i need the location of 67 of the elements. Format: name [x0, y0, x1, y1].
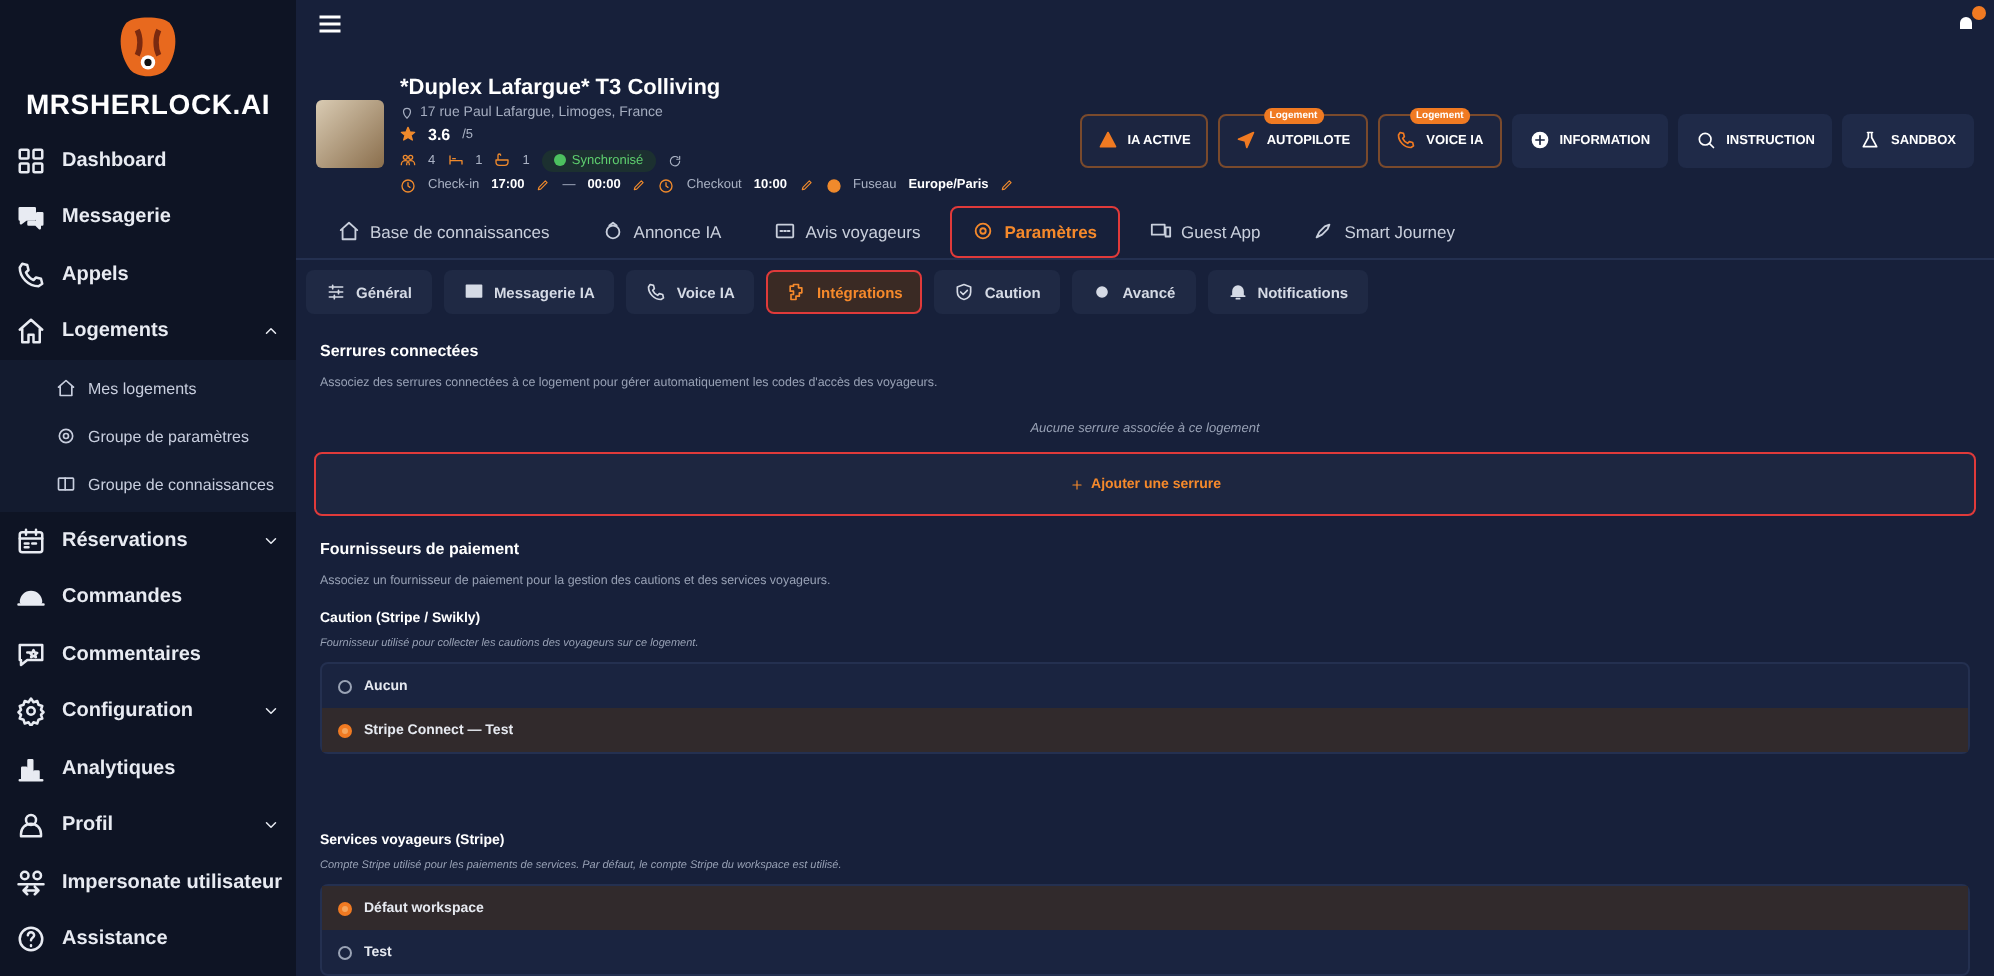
brand-name: MRSHERLOCK.AI — [25, 88, 271, 120]
tab[interactable]: Annonce IA — [579, 205, 744, 258]
property-photo — [316, 100, 384, 169]
phone-icon — [16, 259, 46, 290]
sidebar-item[interactable]: Analytiques — [0, 740, 296, 797]
refresh-icon — [667, 153, 682, 168]
bar-chart-icon — [16, 753, 46, 784]
phone-icon — [646, 282, 667, 302]
house-icon — [16, 316, 46, 347]
sidebar-subitem[interactable]: Groupe de paramètres — [0, 412, 296, 460]
flask-icon — [1860, 130, 1881, 151]
sidebar-item[interactable]: Configuration — [0, 683, 296, 740]
section-title: Fournisseurs de paiement — [320, 540, 522, 558]
bath-icon — [494, 152, 511, 169]
sidebar-subitem[interactable]: Mes logements — [0, 364, 296, 412]
sidebar-item[interactable]: Appels — [0, 246, 296, 303]
tab[interactable]: Avis voyageurs — [751, 205, 943, 258]
calendar-icon — [16, 525, 46, 556]
book-icon — [56, 474, 76, 494]
sidebar-item[interactable]: Dashboard — [0, 132, 296, 189]
pencil-icon — [799, 178, 813, 193]
plus-circle-icon — [1529, 130, 1550, 151]
send-icon — [1236, 130, 1257, 151]
person-icon — [16, 810, 46, 841]
people-icon — [400, 152, 416, 169]
phone-icon — [1396, 130, 1417, 151]
sidebar-item[interactable]: Messagerie — [0, 189, 296, 246]
people-swap-icon — [16, 867, 46, 898]
clock-icon — [658, 177, 675, 194]
house-icon — [338, 220, 360, 243]
sidebar-item[interactable]: Impersonate utilisateur — [0, 854, 296, 911]
star-icon — [400, 126, 416, 143]
sidebar-item[interactable]: Assistance — [0, 911, 296, 968]
pencil-icon — [1000, 178, 1015, 193]
sidebar-item[interactable]: Commentaires — [0, 626, 296, 683]
sidebar-item[interactable]: Logements — [0, 303, 296, 360]
sidebar-item[interactable]: Réservations — [0, 512, 296, 569]
sidebar-subitem[interactable]: Groupe de connaissances — [0, 460, 296, 508]
review-icon — [773, 220, 796, 243]
comment-star-icon — [16, 639, 46, 670]
sidebar-item[interactable]: Profil — [0, 797, 296, 854]
rating-value: 3.6 — [428, 125, 451, 144]
puzzle-icon — [786, 282, 807, 302]
clock-icon — [400, 177, 416, 194]
shield-check-icon — [954, 282, 975, 302]
grid-icon — [16, 145, 46, 176]
house-icon — [56, 378, 76, 398]
tab[interactable]: Smart Journey — [1290, 205, 1478, 258]
pin-icon — [400, 105, 414, 120]
sliders-icon — [326, 282, 346, 302]
pencil-icon — [536, 178, 551, 193]
property-title: *Duplex Lafargue* T3 Colliving — [400, 75, 723, 100]
chat-bubbles-icon — [16, 202, 46, 233]
pencil-icon — [632, 178, 647, 193]
plus-icon — [1069, 477, 1084, 491]
help-icon — [16, 924, 46, 955]
status-dot-icon — [553, 154, 566, 167]
bell-icon — [1227, 282, 1248, 302]
devices-icon — [1149, 220, 1172, 243]
tab[interactable]: Paramètres — [950, 205, 1120, 258]
bed-icon — [447, 152, 464, 169]
section-title: Serrures connectées — [320, 342, 481, 360]
tab[interactable]: Guest App — [1127, 205, 1283, 258]
tab[interactable]: Base de connaissances — [316, 205, 572, 258]
search-icon — [1696, 130, 1717, 151]
warning-icon — [1097, 130, 1118, 151]
sidebar-item[interactable]: Commandes — [0, 569, 296, 626]
